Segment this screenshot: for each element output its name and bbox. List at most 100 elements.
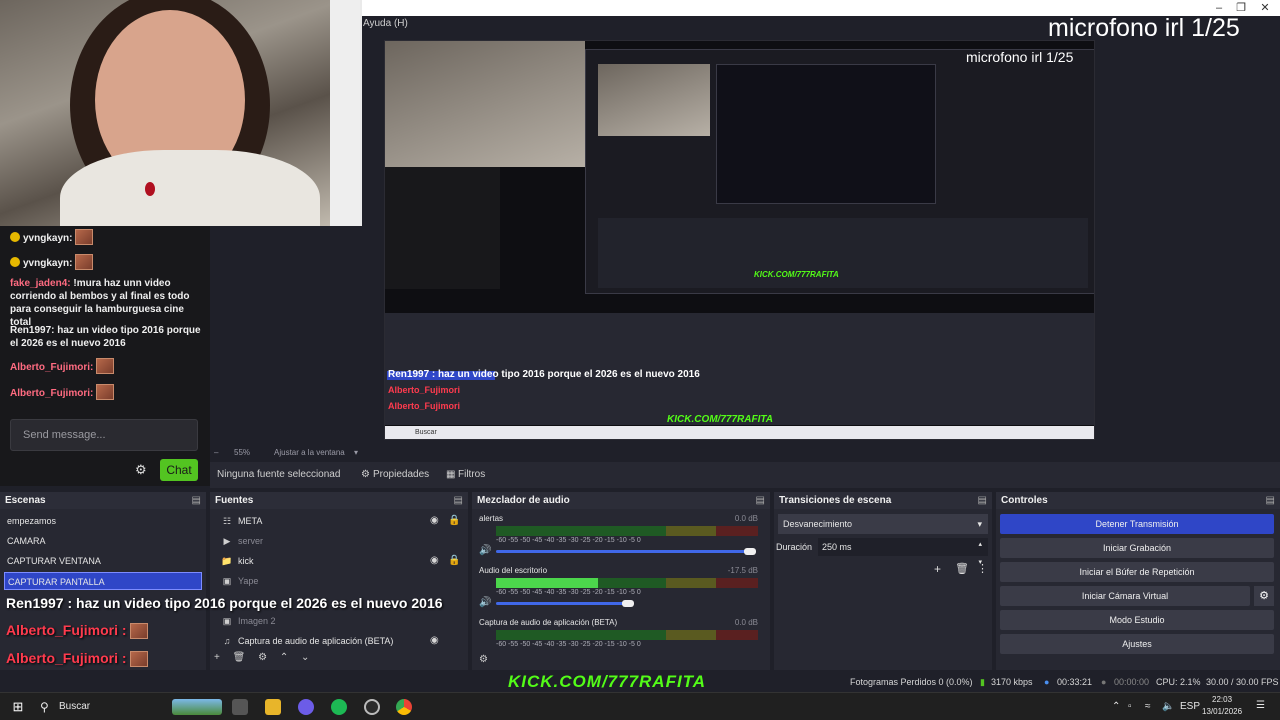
source-item[interactable]: ▣ Yape xyxy=(214,572,464,590)
filters-button[interactable]: Filtros xyxy=(458,469,485,480)
up-icon[interactable]: ⌃ xyxy=(280,652,288,663)
more-icon[interactable]: ⋮ xyxy=(977,562,988,575)
start-recording-button[interactable]: Iniciar Grabación xyxy=(1000,538,1274,558)
speaker-icon[interactable]: 🔈 xyxy=(1162,701,1174,712)
scene-item-selected[interactable]: CAPTURAR PANTALLA xyxy=(4,572,202,590)
discord-icon[interactable] xyxy=(298,699,314,715)
settings-button[interactable]: Ajustes xyxy=(1000,634,1274,654)
mixer-settings-icon[interactable]: ⚙ xyxy=(479,654,488,665)
chrome-icon[interactable] xyxy=(396,699,412,715)
preview-inner-search: Buscar xyxy=(415,429,437,436)
eye-icon[interactable]: ◉ xyxy=(430,632,439,650)
start-virtual-camera-button[interactable]: Iniciar Cámara Virtual xyxy=(1000,586,1250,606)
taskbar-search[interactable]: Buscar xyxy=(59,701,90,712)
signal-icon: ▮ xyxy=(980,677,985,687)
scene-item[interactable]: CAPTURAR VENTANA xyxy=(4,552,202,570)
chevron-down-icon: ▾ xyxy=(977,519,982,529)
image-icon: ▣ xyxy=(222,576,232,586)
stop-streaming-button[interactable]: Detener Transmisión xyxy=(1000,514,1274,534)
preview-canvas[interactable]: KICK.COM/777RAFITA microfono irl 1/25 Re… xyxy=(384,40,1095,440)
source-item[interactable]: ♫ Captura de audio de aplicación (BETA) ◉ xyxy=(214,632,464,650)
studio-mode-button[interactable]: Modo Estudio xyxy=(1000,610,1274,630)
clock-time[interactable]: 22:03 xyxy=(1212,695,1232,704)
gear-icon[interactable]: ⚙ xyxy=(1254,586,1274,606)
folder-icon: 📁 xyxy=(221,556,233,566)
lock-icon[interactable]: 🔒 xyxy=(448,552,460,570)
fit-window[interactable]: Ajustar a la ventana xyxy=(274,448,345,457)
trash-icon[interactable]: 🗑 xyxy=(233,652,246,663)
transitions-dock: Transiciones de escena ▤ Desvanecimiento ▾… xyxy=(774,492,992,670)
menu-help[interactable]: Ayuda (H) xyxy=(363,18,408,29)
nested-preview: KICK.COM/777RAFITA xyxy=(585,49,1094,294)
duration-input[interactable]: 250 ms ▴ ▾ xyxy=(818,538,988,566)
spotify-icon[interactable] xyxy=(331,699,347,715)
chevron-up-icon[interactable]: ⌃ xyxy=(1112,701,1120,712)
dock-menu-icon[interactable]: ▤ xyxy=(1266,492,1275,509)
language-indicator[interactable]: ESP xyxy=(1180,701,1200,712)
lock-icon[interactable]: 🔒 xyxy=(448,512,460,530)
eye-icon[interactable]: ◉ xyxy=(430,552,439,570)
dock-menu-icon[interactable]: ▤ xyxy=(454,492,463,509)
source-item[interactable]: ▶ server xyxy=(214,532,464,550)
source-item[interactable]: ☷ META ◉ 🔒 xyxy=(214,512,464,530)
duration-label: Duración xyxy=(776,542,813,552)
overlay-chat-caption: Ren1997 : haz un video tipo 2016 porque … xyxy=(6,595,443,611)
volume-knob[interactable] xyxy=(744,548,756,555)
gear-icon[interactable]: ⚙ xyxy=(258,652,267,663)
dock-menu-icon[interactable]: ▤ xyxy=(756,492,765,509)
add-icon[interactable]: + xyxy=(214,652,220,663)
emote-icon xyxy=(96,384,115,400)
transition-select[interactable]: Desvanecimiento ▾ xyxy=(778,514,988,534)
transitions-title: Transiciones de escena xyxy=(779,495,892,506)
emote-icon xyxy=(129,623,148,639)
bitrate: 3170 kbps xyxy=(991,677,1033,687)
volume-icon[interactable]: 🔊 xyxy=(479,545,491,556)
volume-icon[interactable]: 🔊 xyxy=(479,597,491,608)
dock-menu-icon[interactable]: ▤ xyxy=(978,492,987,509)
source-item[interactable]: 📁 kick ◉ 🔒 xyxy=(214,552,464,570)
scenes-title: Escenas xyxy=(5,495,46,506)
scene-item[interactable]: CAMARA xyxy=(4,532,202,550)
no-source-label: Ninguna fuente seleccionad xyxy=(217,469,341,480)
dock-menu-icon[interactable]: ▤ xyxy=(192,492,201,509)
notification-icon[interactable]: ☰ xyxy=(1256,700,1265,711)
volume-slider[interactable] xyxy=(496,550,750,553)
start-replay-buffer-button[interactable]: Iniciar el Búfer de Repetición xyxy=(1000,562,1274,582)
filter-icon[interactable]: ▦ xyxy=(446,469,455,480)
volume-slider[interactable] xyxy=(496,602,626,605)
close-icon[interactable]: ✕ xyxy=(1254,0,1276,16)
chat-message: fake_jaden4: !mura haz unn video corrien… xyxy=(10,278,190,328)
mixer-title: Mezclador de audio xyxy=(477,495,570,506)
webcam-feed xyxy=(0,0,362,226)
clock-date[interactable]: 13/01/2026 xyxy=(1202,707,1242,716)
properties-button[interactable]: Propiedades xyxy=(373,469,429,480)
task-view-icon[interactable] xyxy=(232,699,248,715)
chat-message: yvngkayn: xyxy=(10,229,206,245)
emote-icon xyxy=(129,651,148,667)
weather-widget-icon[interactable] xyxy=(172,699,222,715)
kick-banner: KICK.COM/777RAFITA xyxy=(508,672,707,691)
wifi-icon[interactable]: ≈ xyxy=(1145,701,1151,712)
fps: 30.00 / 30.00 FPS xyxy=(1206,677,1279,687)
file-explorer-icon[interactable] xyxy=(265,699,281,715)
frames-lost: Fotogramas Perdidos 0 (0.0%) xyxy=(850,677,973,687)
send-message-input[interactable]: Send message... xyxy=(10,419,198,451)
eye-icon[interactable]: ◉ xyxy=(430,512,439,530)
chevron-down-icon[interactable]: ▾ xyxy=(354,448,358,457)
windows-start-icon[interactable]: ⊞ xyxy=(10,699,26,715)
add-icon[interactable]: + xyxy=(934,562,941,576)
gear-icon[interactable]: ⚙ xyxy=(361,469,370,480)
volume-knob[interactable] xyxy=(622,600,634,607)
trash-icon[interactable]: 🗑 xyxy=(955,562,969,575)
source-item[interactable]: ▣ Imagen 2 xyxy=(214,612,464,630)
search-icon[interactable]: ⚲ xyxy=(40,700,49,714)
gear-icon[interactable]: ⚙ xyxy=(135,462,147,478)
scene-item[interactable]: empezamos xyxy=(4,512,202,530)
chat-message: Ren1997: haz un video tipo 2016 porque e… xyxy=(10,325,201,349)
down-icon[interactable]: ⌄ xyxy=(301,652,309,663)
chat-button[interactable]: Chat xyxy=(160,459,198,481)
zoom-level[interactable]: 55% xyxy=(234,448,250,457)
obs-icon[interactable] xyxy=(364,699,380,715)
network-icon[interactable]: ▫ xyxy=(1128,701,1132,712)
meter-ticks: -60 -55 -50 -45 -40 -35 -30 -25 -20 -15 … xyxy=(496,641,641,648)
